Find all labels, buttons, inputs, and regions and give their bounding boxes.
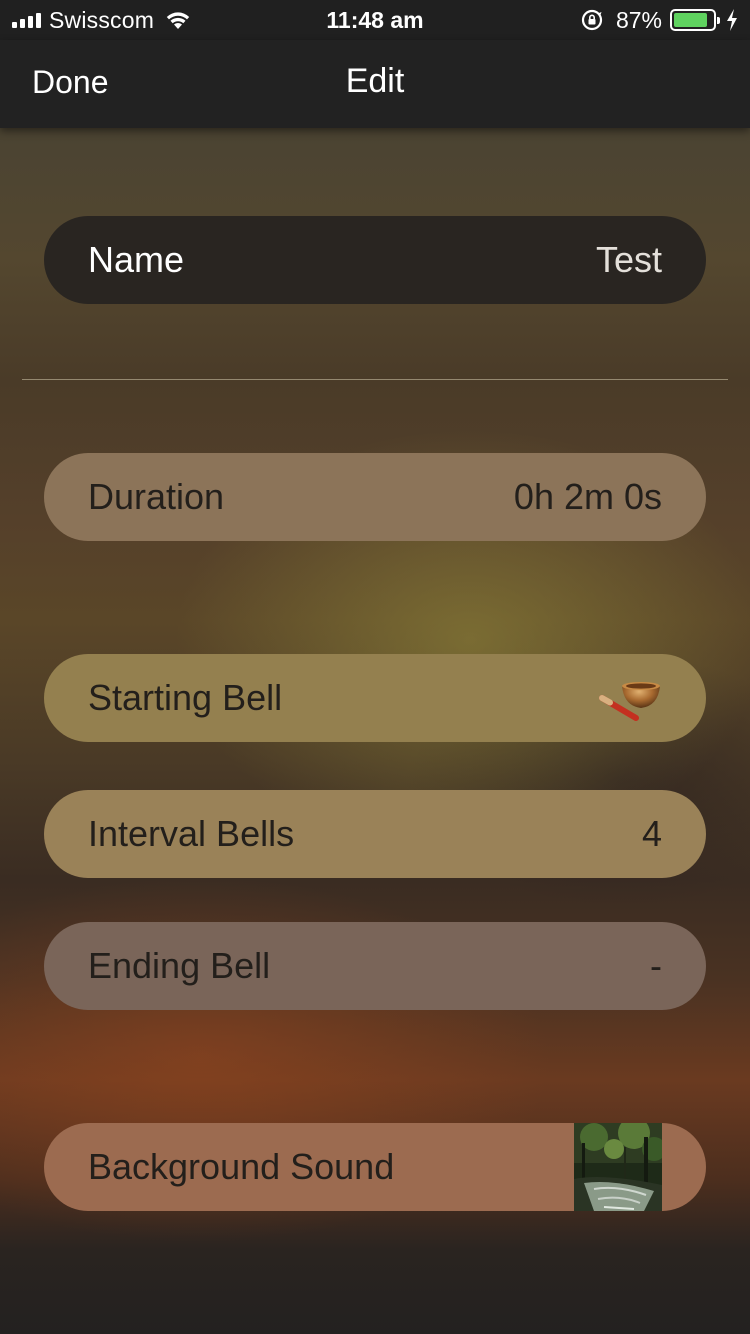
battery-nub (717, 17, 720, 24)
page-title: Edit (345, 62, 405, 100)
background-sound-label: Background Sound (88, 1146, 395, 1187)
status-bar: Swisscom 11:48 am 87% (0, 0, 750, 40)
singing-bowl-icon (599, 682, 660, 721)
duration-label: Duration (88, 476, 225, 517)
battery-percent: 87% (615, 6, 662, 33)
ending-bell-label: Ending Bell (88, 945, 271, 986)
starting-bell-label: Starting Bell (88, 677, 283, 718)
name-value: Test (595, 239, 662, 280)
ending-bell-row[interactable]: Ending Bell - (44, 922, 706, 1010)
interval-bells-value: 4 (641, 813, 662, 854)
status-right: 87% (580, 6, 738, 34)
interval-bells-label: Interval Bells (88, 813, 295, 854)
duration-value: 0h 2m 0s (513, 476, 662, 517)
starting-bell-row[interactable]: Starting Bell (44, 654, 706, 742)
navigation-bar: Done Edit (0, 40, 750, 128)
background-sound-row[interactable]: Background Sound (44, 1123, 706, 1211)
section-divider (22, 379, 728, 380)
name-row[interactable]: Name Test (44, 216, 706, 304)
ending-bell-value: - (650, 945, 662, 986)
duration-row[interactable]: Duration 0h 2m 0s (44, 453, 706, 541)
forest-stream-thumbnail (574, 1123, 662, 1211)
name-label: Name (88, 239, 185, 280)
interval-bells-row[interactable]: Interval Bells 4 (44, 790, 706, 878)
rotation-lock-icon (581, 9, 603, 31)
charging-bolt-icon (727, 9, 737, 31)
battery-fill (674, 13, 708, 27)
battery-icon (670, 9, 720, 31)
